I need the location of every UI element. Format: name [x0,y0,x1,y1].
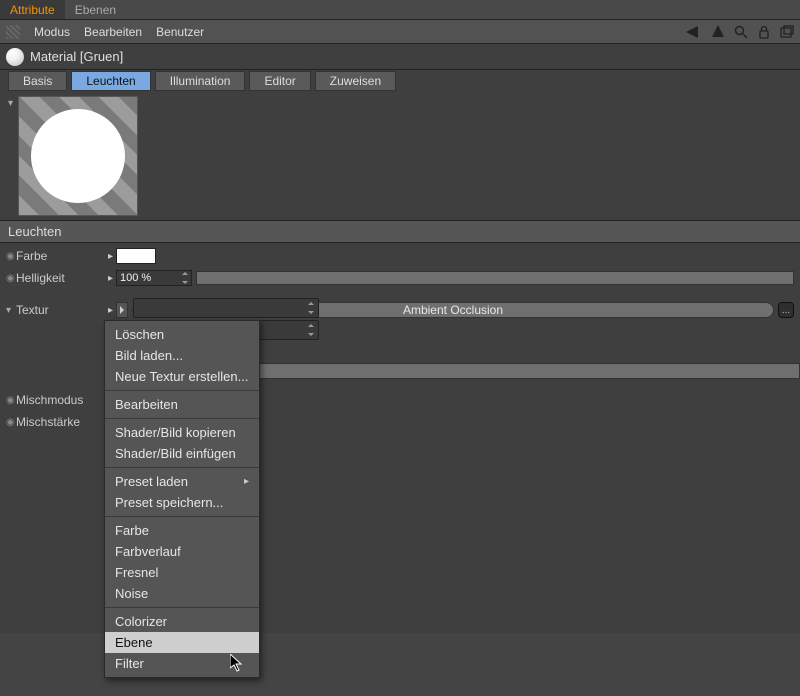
subtab-leuchten[interactable]: Leuchten [71,71,150,91]
section-header: Leuchten [0,220,800,243]
brightness-field[interactable]: 100 % [116,270,192,286]
search-icon[interactable] [734,25,748,39]
preview-collapse-icon[interactable]: ▾ [8,96,18,216]
param-dot[interactable]: ◉ [6,395,16,406]
brightness-slider[interactable] [196,271,794,285]
texture-menu-button[interactable] [116,302,128,318]
menu-loeschen[interactable]: Löschen [105,324,259,345]
subtab-editor[interactable]: Editor [249,71,310,91]
material-preview [18,96,138,216]
tab-attribute[interactable]: Attribute [0,0,65,19]
menu-modus[interactable]: Modus [34,25,70,39]
texture-option-1[interactable] [133,298,319,318]
menu-ebene[interactable]: Ebene [105,632,259,653]
menu-preset-laden[interactable]: Preset laden▸ [105,471,259,492]
menu-noise[interactable]: Noise [105,583,259,604]
nav-back-icon[interactable] [686,26,702,38]
param-dot[interactable]: ◉ [6,251,16,262]
texture-more-button[interactable]: ... [778,302,794,318]
new-window-icon[interactable] [780,25,794,39]
arrow-icon[interactable]: ▸ [108,251,116,262]
menu-farbverlauf[interactable]: Farbverlauf [105,541,259,562]
subtab-illumination[interactable]: Illumination [155,71,246,91]
tree-collapse-icon[interactable]: ▾ [6,305,16,316]
menu-bearbeiten[interactable]: Bearbeiten [84,25,142,39]
menu-separator [105,467,259,468]
cursor-icon [230,654,244,672]
menu-separator [105,390,259,391]
nav-up-icon[interactable] [712,25,724,39]
arrow-icon[interactable]: ▸ [108,273,116,284]
color-field[interactable] [116,248,156,264]
menu-benutzer[interactable]: Benutzer [156,25,204,39]
arrow-icon[interactable]: ▸ [108,305,116,316]
menu-neue-textur[interactable]: Neue Textur erstellen... [105,366,259,387]
menu-bearbeiten[interactable]: Bearbeiten [105,394,259,415]
menu-shader-kopieren[interactable]: Shader/Bild kopieren [105,422,259,443]
material-sphere-icon [6,48,24,66]
menu-bild-laden[interactable]: Bild laden... [105,345,259,366]
menu-preset-speichern[interactable]: Preset speichern... [105,492,259,513]
label-farbe: Farbe [16,249,108,263]
menu-fresnel[interactable]: Fresnel [105,562,259,583]
menu-colorizer[interactable]: Colorizer [105,611,259,632]
menu-separator [105,516,259,517]
texture-context-menu: Löschen Bild laden... Neue Textur erstel… [104,320,260,678]
menu-separator [105,607,259,608]
lock-icon[interactable] [758,25,770,39]
menu-separator [105,418,259,419]
preview-sphere [31,109,125,203]
menu-farbe[interactable]: Farbe [105,520,259,541]
menu-shader-einfuegen[interactable]: Shader/Bild einfügen [105,443,259,464]
tab-ebenen[interactable]: Ebenen [65,0,126,19]
grip-icon [6,25,20,39]
subtab-basis[interactable]: Basis [8,71,67,91]
chevron-right-icon: ▸ [244,476,249,487]
label-helligkeit: Helligkeit [16,271,108,285]
param-dot[interactable]: ◉ [6,417,16,428]
material-title: Material [Gruen] [30,49,123,64]
subtab-zuweisen[interactable]: Zuweisen [315,71,396,91]
label-textur: Textur [16,303,108,317]
brightness-value: 100 % [120,272,151,284]
param-dot[interactable]: ◉ [6,273,16,284]
